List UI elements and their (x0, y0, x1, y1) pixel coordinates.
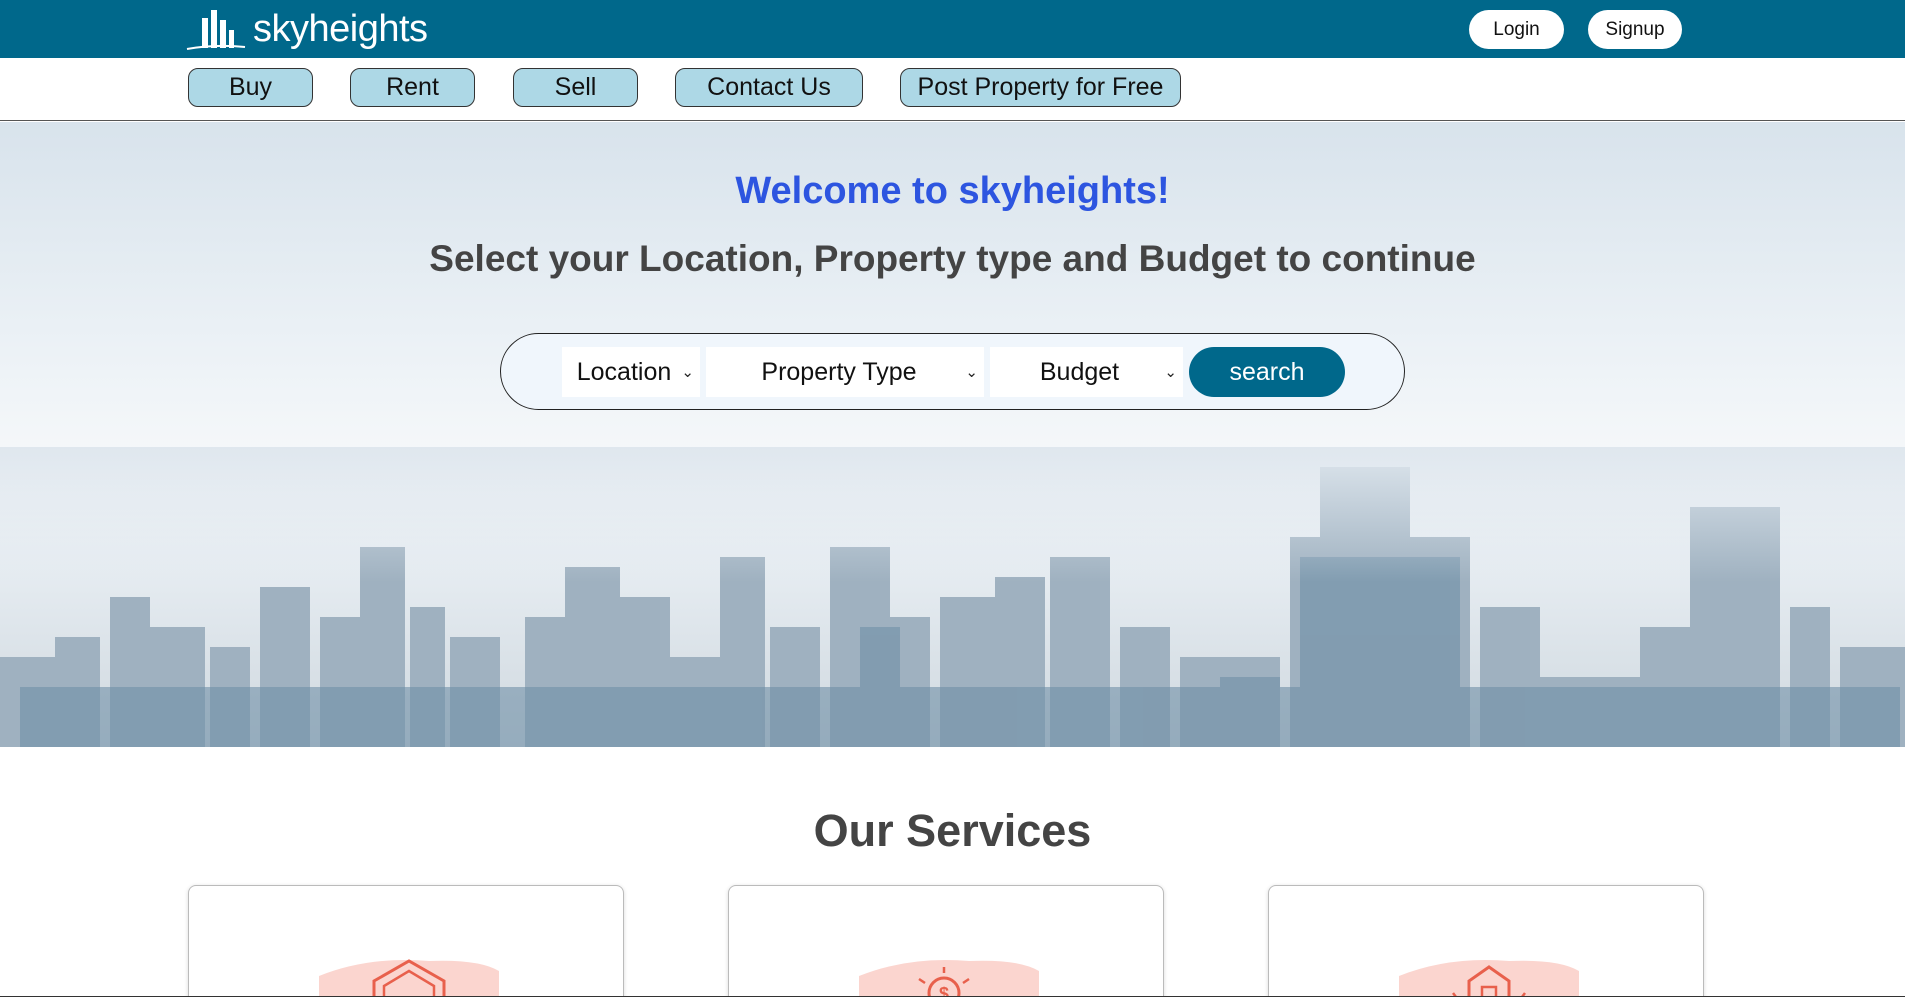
login-button[interactable]: Login (1469, 10, 1564, 49)
nav-buy-button[interactable]: Buy (188, 68, 313, 107)
service-card[interactable]: $ (728, 885, 1164, 997)
buildings-icon (186, 10, 246, 50)
chevron-down-icon: ⌄ (681, 364, 694, 381)
brand-logo[interactable]: skyheights (185, 6, 428, 52)
main-nav: Buy Rent Sell Contact Us Post Property f… (0, 58, 1905, 121)
dollar-icon: $ (859, 960, 1039, 997)
welcome-heading: Welcome to skyheights! (735, 170, 1170, 212)
service-card[interactable] (188, 885, 624, 997)
city-skyline-image (0, 447, 1905, 747)
nav-rent-button[interactable]: Rent (350, 68, 475, 107)
property-type-select[interactable]: Property Type ⌄ (706, 347, 984, 397)
location-select-value: Location (576, 357, 672, 386)
search-button[interactable]: search (1189, 347, 1345, 397)
location-select[interactable]: Location ⌄ (562, 347, 700, 397)
chevron-down-icon: ⌄ (965, 364, 978, 381)
top-header: skyheights Login Signup (0, 0, 1905, 58)
nav-contact-button[interactable]: Contact Us (675, 68, 863, 107)
nav-sell-button[interactable]: Sell (513, 68, 638, 107)
budget-select[interactable]: Budget ⌄ (990, 347, 1183, 397)
home-window-icon (1399, 960, 1579, 997)
chevron-down-icon: ⌄ (1164, 364, 1177, 381)
brand-name: skyheights (253, 7, 428, 50)
hero-section: Welcome to skyheights! Select your Locat… (0, 122, 1905, 747)
property-type-select-value: Property Type (761, 357, 917, 386)
services-heading: Our Services (813, 805, 1092, 856)
hero-subtitle: Select your Location, Property type and … (429, 238, 1476, 279)
house-icon (319, 959, 499, 997)
property-search-bar: Location ⌄ Property Type ⌄ Budget ⌄ sear… (500, 333, 1405, 410)
budget-select-value: Budget (1039, 357, 1120, 386)
signup-button[interactable]: Signup (1588, 10, 1682, 49)
service-card[interactable] (1268, 885, 1704, 997)
nav-post-property-button[interactable]: Post Property for Free (900, 68, 1181, 107)
